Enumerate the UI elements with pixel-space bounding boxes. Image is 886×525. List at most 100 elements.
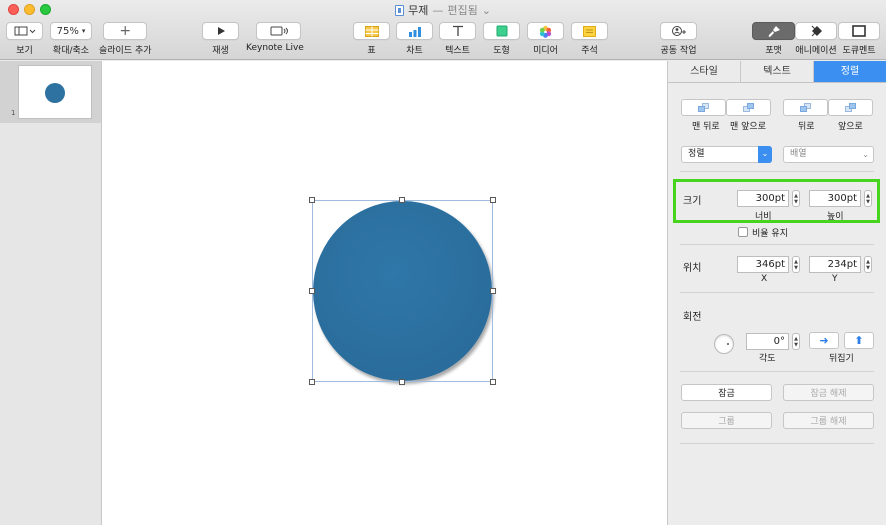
ungroup-button[interactable]: 그룹 해제 [783, 412, 874, 429]
angle-stepper[interactable]: ▲ ▼ [792, 333, 800, 350]
height-stepper[interactable]: ▲ ▼ [864, 190, 872, 207]
width-field[interactable]: 300pt [737, 190, 789, 207]
tab-arrange[interactable]: 정렬 [814, 61, 886, 82]
resize-handle-top[interactable] [399, 197, 405, 203]
zoom-label: 확대/축소 [52, 46, 90, 56]
format-control[interactable]: 포맷 [752, 22, 795, 56]
bring-forward-button[interactable] [828, 99, 873, 116]
slide-thumbnail-row[interactable]: 1 [0, 61, 101, 123]
resize-handle-top-left[interactable] [309, 197, 315, 203]
photos-media-icon [539, 25, 552, 38]
format-inspector: 스타일 텍스트 정렬 맨 뒤로 맨 앞으로 뒤로 앞으로 정렬 ⌄ 배열 ⌄ 크… [667, 61, 886, 525]
collaborate-button[interactable] [660, 22, 697, 40]
y-position-stepper[interactable]: ▲ ▼ [864, 256, 872, 273]
play-icon [217, 27, 225, 35]
play-control[interactable]: 재생 [202, 22, 239, 56]
chevron-down-icon[interactable]: ⌄ [482, 4, 491, 17]
chart-button[interactable] [396, 22, 433, 40]
chevron-down-icon: ⌄ [862, 150, 869, 159]
divider [680, 292, 874, 293]
lock-button[interactable]: 잠금 [681, 384, 772, 401]
text-label: 텍스트 [445, 46, 470, 56]
animate-button[interactable] [795, 22, 837, 40]
collaborate-control[interactable]: 공동 작업 [660, 22, 697, 56]
tab-style[interactable]: 스타일 [668, 61, 741, 82]
slide[interactable] [102, 61, 667, 525]
add-slide-control[interactable]: + 슬라이드 추가 [99, 22, 152, 56]
keynote-live-button[interactable] [256, 22, 302, 40]
bring-to-front-button[interactable] [726, 99, 771, 116]
shape-control[interactable]: 도형 [483, 22, 520, 56]
send-to-back-button[interactable] [681, 99, 726, 116]
zoom-control[interactable]: 75% ▾ 확대/축소 [50, 22, 92, 56]
tab-text[interactable]: 텍스트 [741, 61, 814, 82]
x-position-field[interactable]: 346pt [737, 256, 789, 273]
x-label: X [761, 274, 768, 284]
height-field[interactable]: 300pt [809, 190, 861, 207]
y-position-field[interactable]: 234pt [809, 256, 861, 273]
resize-handle-left[interactable] [309, 288, 315, 294]
divider [680, 171, 874, 172]
flip-horizontal-button[interactable]: ➜ [809, 332, 839, 349]
text-control[interactable]: 텍스트 [439, 22, 476, 56]
view-control[interactable]: 보기 [6, 22, 43, 56]
shape-label: 도형 [493, 46, 510, 56]
resize-handle-bottom[interactable] [399, 379, 405, 385]
edited-status[interactable]: 편집됨 [447, 2, 477, 18]
resize-handle-right[interactable] [490, 288, 496, 294]
shape-button[interactable] [483, 22, 520, 40]
rotation-dial[interactable] [714, 334, 734, 354]
keynote-live-control[interactable]: Keynote Live [246, 22, 304, 53]
arrow-up-icon: ⬆ [854, 334, 864, 347]
x-position-stepper[interactable]: ▲ ▼ [792, 256, 800, 273]
width-stepper[interactable]: ▲ ▼ [792, 190, 800, 207]
width-label: 너비 [755, 212, 772, 222]
group-button[interactable]: 그룹 [681, 412, 772, 429]
send-backward-button[interactable] [783, 99, 828, 116]
resize-handle-bottom-left[interactable] [309, 379, 315, 385]
document-label: 도큐멘트 [842, 46, 876, 56]
add-slide-button[interactable]: + [103, 22, 148, 40]
title-separator: — [432, 3, 444, 17]
text-button[interactable] [439, 22, 476, 40]
flip-vertical-button[interactable]: ⬆ [844, 332, 874, 349]
slide-thumbnail[interactable] [18, 65, 92, 119]
zoom-value: 75% [56, 25, 79, 37]
chart-label: 차트 [406, 46, 423, 56]
media-button[interactable] [527, 22, 564, 40]
table-button[interactable] [353, 22, 390, 40]
resize-handle-bottom-right[interactable] [490, 379, 496, 385]
format-button[interactable] [752, 22, 795, 40]
unlock-button[interactable]: 잠금 해제 [783, 384, 874, 401]
collaborate-icon [671, 26, 686, 36]
document-control[interactable]: 도큐멘트 [838, 22, 880, 56]
media-control[interactable]: 미디어 [527, 22, 564, 56]
distribute-popup[interactable]: 배열 ⌄ [783, 146, 874, 163]
resize-handle-top-right[interactable] [490, 197, 496, 203]
selected-shape[interactable] [309, 197, 496, 385]
animate-diamond-icon [811, 25, 822, 37]
table-control[interactable]: 표 [353, 22, 390, 56]
chart-control[interactable]: 차트 [396, 22, 433, 56]
paintbrush-icon [768, 25, 780, 37]
angle-field[interactable]: 0° [746, 333, 789, 350]
comment-button[interactable] [571, 22, 608, 40]
align-popup[interactable]: 정렬 ⌄ [681, 146, 772, 163]
comment-control[interactable]: 주석 [571, 22, 608, 56]
media-label: 미디어 [533, 46, 558, 56]
divider [680, 244, 874, 245]
sidebar-view-icon [14, 26, 35, 36]
constrain-proportions-checkbox[interactable] [738, 227, 748, 237]
position-section-label: 위치 [683, 263, 702, 274]
inspector-tabs: 스타일 텍스트 정렬 [668, 61, 886, 83]
view-button[interactable] [6, 22, 43, 40]
animate-control[interactable]: 애니메이션 [795, 22, 837, 56]
play-button[interactable] [202, 22, 239, 40]
keynote-document-icon [395, 4, 405, 16]
document-icon [852, 25, 866, 37]
document-button[interactable] [838, 22, 880, 40]
document-name: 무제 [408, 4, 429, 17]
chevron-down-icon: ⌄ [758, 146, 772, 163]
slide-canvas[interactable] [102, 61, 667, 525]
zoom-popup[interactable]: 75% ▾ [50, 22, 92, 40]
